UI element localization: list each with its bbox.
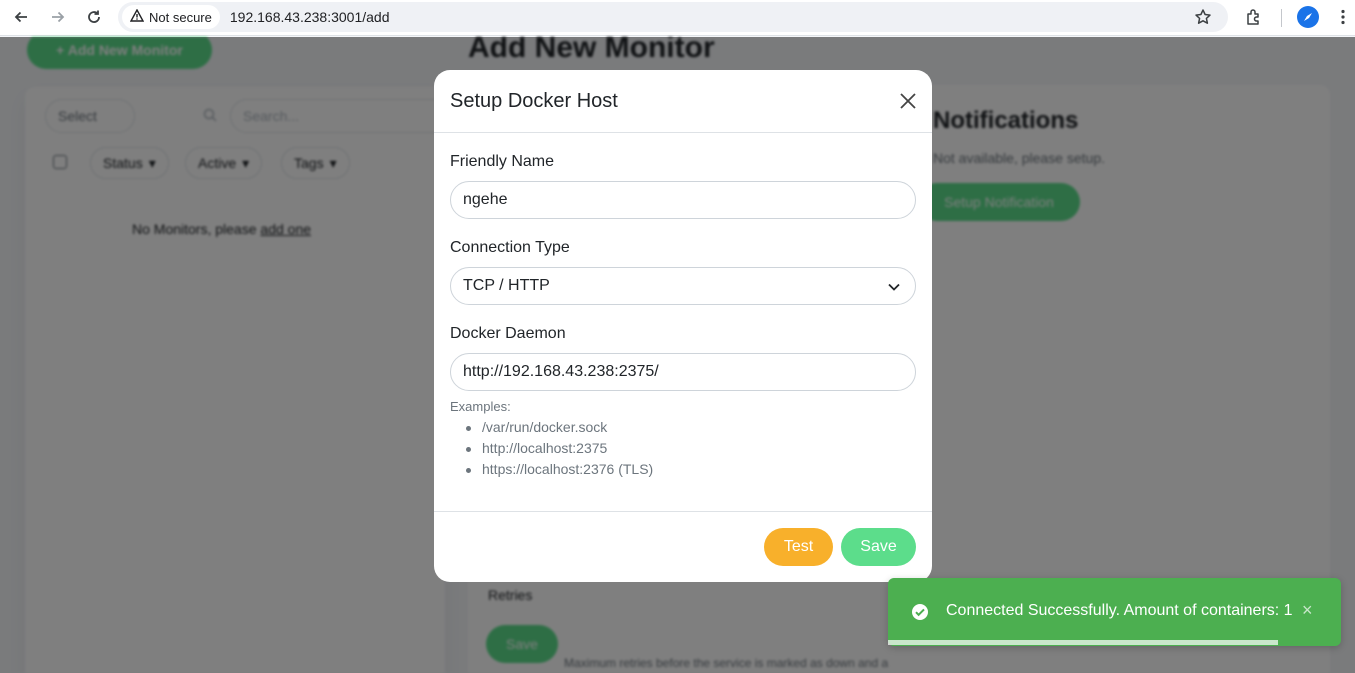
save-button[interactable]: Save xyxy=(841,528,916,566)
examples-list: /var/run/docker.sock http://localhost:23… xyxy=(466,417,653,480)
extensions-icon[interactable] xyxy=(1242,5,1266,29)
toast-message: Connected Successfully. Amount of contai… xyxy=(946,602,1293,619)
warning-icon xyxy=(129,8,145,25)
browser-toolbar: Not secure 192.168.43.238:3001/add xyxy=(0,0,1355,36)
toast-progress-bar xyxy=(888,640,1278,645)
docker-host-dialog: Setup Docker Host Friendly Name ngehe Co… xyxy=(434,70,932,582)
bookmark-star-icon[interactable] xyxy=(1192,6,1214,28)
connection-type-label: Connection Type xyxy=(450,239,570,256)
docker-daemon-input[interactable]: http://192.168.43.238:2375/ xyxy=(450,353,916,391)
connection-type-select[interactable]: TCP / HTTP xyxy=(450,267,916,305)
security-label: Not secure xyxy=(149,9,212,25)
list-item: /var/run/docker.sock xyxy=(466,417,653,438)
reload-icon[interactable] xyxy=(82,5,106,29)
security-chip[interactable]: Not secure xyxy=(122,5,220,29)
test-button[interactable]: Test xyxy=(764,528,833,566)
browser-menu-icon[interactable] xyxy=(1331,5,1355,29)
address-bar[interactable]: Not secure 192.168.43.238:3001/add xyxy=(118,2,1228,32)
dialog-footer: Test Save xyxy=(434,511,932,582)
examples-label: Examples: xyxy=(450,399,511,414)
profile-avatar[interactable] xyxy=(1296,5,1320,29)
connection-type-value: TCP / HTTP xyxy=(463,277,550,294)
friendly-name-input[interactable]: ngehe xyxy=(450,181,916,219)
dialog-header: Setup Docker Host xyxy=(434,70,932,133)
check-circle-icon xyxy=(911,603,929,621)
success-toast[interactable]: Connected Successfully. Amount of contai… xyxy=(888,578,1341,646)
back-icon[interactable] xyxy=(9,5,33,29)
forward-icon[interactable] xyxy=(46,5,70,29)
docker-daemon-label: Docker Daemon xyxy=(450,325,566,342)
chevron-down-icon xyxy=(887,280,901,294)
friendly-name-label: Friendly Name xyxy=(450,153,555,170)
url-text[interactable]: 192.168.43.238:3001/add xyxy=(230,9,390,25)
list-item: http://localhost:2375 xyxy=(466,438,653,459)
close-icon[interactable] xyxy=(896,89,920,113)
list-item: https://localhost:2376 (TLS) xyxy=(466,459,653,480)
compass-icon xyxy=(1297,6,1319,28)
toolbar-divider xyxy=(1281,9,1282,27)
toast-close-icon[interactable]: × xyxy=(1302,600,1313,621)
dialog-title: Setup Docker Host xyxy=(450,90,618,112)
